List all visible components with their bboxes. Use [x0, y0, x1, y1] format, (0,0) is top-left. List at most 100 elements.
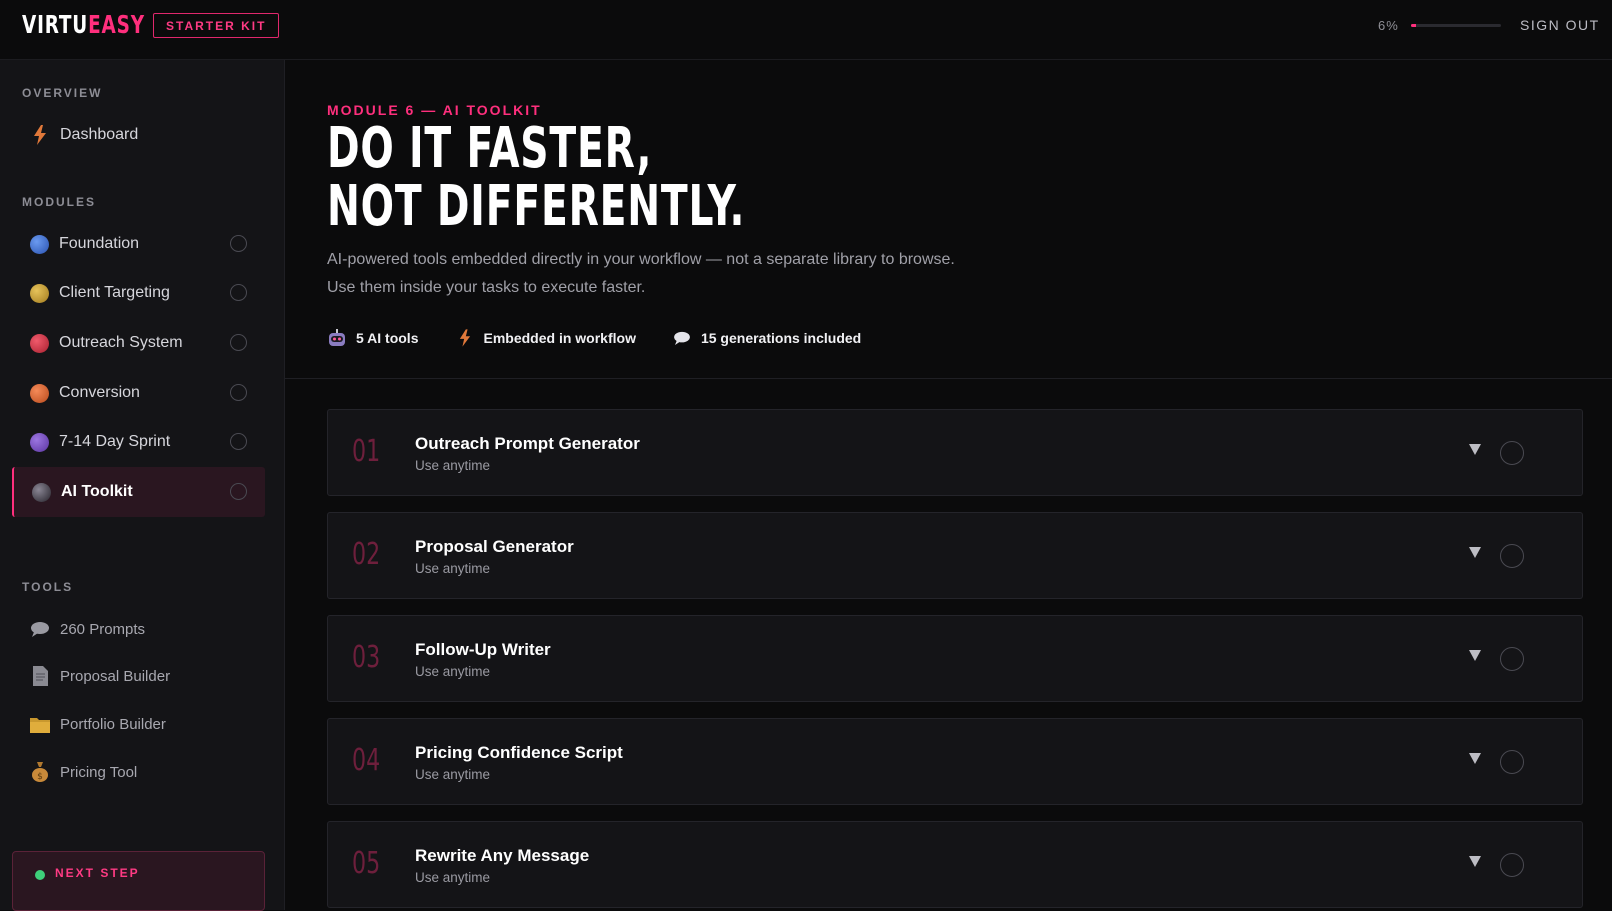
chevron-down-icon[interactable] — [1469, 856, 1481, 867]
feature-generations: 15 generations included — [672, 328, 861, 348]
sidebar-item-label: Proposal Builder — [60, 667, 171, 685]
lightning-icon — [455, 328, 475, 348]
sidebar-item-label: Outreach System — [59, 334, 183, 351]
tool-card-proposal-generator[interactable]: 02 Proposal Generator Use anytime — [327, 512, 1583, 599]
next-step-card[interactable]: NEXT STEP — [12, 851, 265, 911]
module-color-dot — [30, 283, 49, 303]
speech-bubble-icon — [30, 619, 50, 639]
feature-label: 5 AI tools — [356, 330, 419, 346]
status-dot — [35, 870, 45, 880]
progress-bar — [1411, 24, 1501, 27]
tool-title: Proposal Generator — [415, 537, 574, 556]
sidebar-item-label: 260 Prompts — [60, 620, 146, 638]
module-color-dot — [30, 383, 49, 403]
completion-circle[interactable] — [230, 235, 247, 252]
sidebar-item-label: AI Toolkit — [61, 483, 133, 500]
tool-card-rewrite-any-message[interactable]: 05 Rewrite Any Message Use anytime — [327, 821, 1583, 908]
logo-text-virtu: VIRTU — [22, 10, 89, 39]
tool-card-pricing-confidence-script[interactable]: 04 Pricing Confidence Script Use anytime — [327, 718, 1583, 805]
completion-circle[interactable] — [230, 483, 247, 500]
sidebar-item-label: 7-14 Day Sprint — [59, 433, 171, 450]
sidebar-item-label: Portfolio Builder — [60, 715, 166, 733]
svg-text:$: $ — [37, 772, 43, 782]
sidebar-item-pricing-tool[interactable]: $ Pricing Tool — [12, 747, 265, 797]
feature-label: Embedded in workflow — [483, 330, 636, 346]
tool-title: Follow-Up Writer — [415, 640, 551, 659]
sidebar-item-sprint[interactable]: 7-14 Day Sprint — [12, 417, 265, 467]
tool-title: Rewrite Any Message — [415, 846, 590, 865]
tool-card-follow-up-writer[interactable]: 03 Follow-Up Writer Use anytime — [327, 615, 1583, 702]
starter-kit-badge: STARTER KIT — [153, 13, 280, 38]
progress-percent: 6% — [1378, 18, 1399, 33]
description-line-2: Use them inside your tasks to execute fa… — [327, 279, 646, 296]
tool-subtitle: Use anytime — [415, 767, 491, 782]
main-content: MODULE 6 — AI TOOLKIT DO IT FASTER, NOT … — [285, 60, 1612, 910]
sidebar-item-foundation[interactable]: Foundation — [12, 219, 265, 269]
progress-bar-fill — [1411, 24, 1417, 27]
module-color-dot — [30, 333, 49, 353]
tool-card-outreach-prompt-generator[interactable]: 01 Outreach Prompt Generator Use anytime — [327, 409, 1583, 496]
logo-text-easy: EASY — [88, 10, 145, 39]
description-line-1: AI-powered tools embedded directly in yo… — [327, 251, 955, 268]
tool-title: Pricing Confidence Script — [415, 743, 623, 762]
tools-section-label: TOOLS — [22, 580, 74, 594]
lightning-icon — [30, 125, 50, 145]
tool-subtitle: Use anytime — [415, 458, 491, 473]
sidebar-item-label: Client Targeting — [59, 284, 170, 301]
completion-circle[interactable] — [1500, 853, 1524, 877]
sidebar-item-260-prompts[interactable]: 260 Prompts — [12, 604, 265, 654]
top-bar: VIRTUEASY STARTER KIT 6% SIGN OUT — [0, 0, 1612, 60]
completion-circle[interactable] — [230, 384, 247, 401]
sign-out-button[interactable]: SIGN OUT — [1520, 17, 1600, 33]
tool-subtitle: Use anytime — [415, 561, 491, 576]
tool-number: 02 — [352, 537, 381, 572]
sidebar-item-label: Conversion — [59, 384, 140, 401]
logo[interactable]: VIRTUEASY — [22, 10, 145, 40]
feature-embedded: Embedded in workflow — [455, 328, 636, 348]
page-title-line-2: NOT DIFFERENTLY. — [327, 174, 746, 239]
module-color-dot — [30, 432, 49, 452]
page-title: DO IT FASTER, NOT DIFFERENTLY. — [327, 120, 873, 236]
sidebar-item-dashboard[interactable]: Dashboard — [12, 110, 265, 160]
tool-number: 04 — [352, 743, 381, 778]
module-color-dot — [32, 482, 51, 502]
completion-circle[interactable] — [230, 433, 247, 450]
robot-icon — [327, 328, 347, 348]
sidebar-item-client-targeting[interactable]: Client Targeting — [12, 268, 265, 318]
module-color-dot — [30, 234, 49, 254]
completion-circle[interactable] — [1500, 750, 1524, 774]
modules-section-label: MODULES — [22, 195, 96, 209]
completion-circle[interactable] — [1500, 441, 1524, 465]
sidebar-item-label: Dashboard — [60, 126, 139, 143]
sidebar-item-label: Foundation — [59, 235, 140, 252]
sidebar-item-label: Pricing Tool — [60, 763, 138, 781]
sidebar-item-ai-toolkit[interactable]: AI Toolkit — [12, 467, 265, 517]
money-bag-icon: $ — [30, 762, 50, 782]
chevron-down-icon[interactable] — [1469, 650, 1481, 661]
completion-circle[interactable] — [1500, 647, 1524, 671]
tool-subtitle: Use anytime — [415, 664, 491, 679]
sidebar-item-portfolio-builder[interactable]: Portfolio Builder — [12, 699, 265, 749]
feature-ai-tools: 5 AI tools — [327, 328, 419, 348]
section-divider — [285, 378, 1612, 379]
tool-number: 01 — [352, 434, 381, 469]
feature-label: 15 generations included — [700, 330, 862, 346]
sidebar: OVERVIEW Dashboard MODULES Foundation Cl… — [0, 60, 285, 911]
document-icon — [30, 666, 50, 686]
completion-circle[interactable] — [1500, 544, 1524, 568]
overview-section-label: OVERVIEW — [22, 86, 103, 100]
chevron-down-icon[interactable] — [1469, 753, 1481, 764]
completion-circle[interactable] — [230, 284, 247, 301]
page-title-line-1: DO IT FASTER, — [327, 116, 653, 181]
tool-number: 03 — [352, 640, 381, 675]
completion-circle[interactable] — [230, 334, 247, 351]
tool-number: 05 — [352, 846, 381, 881]
sidebar-item-conversion[interactable]: Conversion — [12, 368, 265, 418]
page-description: AI-powered tools embedded directly in yo… — [327, 246, 1047, 302]
chevron-down-icon[interactable] — [1469, 547, 1481, 558]
next-step-label: NEXT STEP — [55, 866, 140, 880]
sidebar-item-proposal-builder[interactable]: Proposal Builder — [12, 651, 265, 701]
feature-list: 5 AI tools Embedded in workflow 15 gener… — [327, 328, 897, 348]
sidebar-item-outreach-system[interactable]: Outreach System — [12, 318, 265, 368]
chevron-down-icon[interactable] — [1469, 444, 1481, 455]
